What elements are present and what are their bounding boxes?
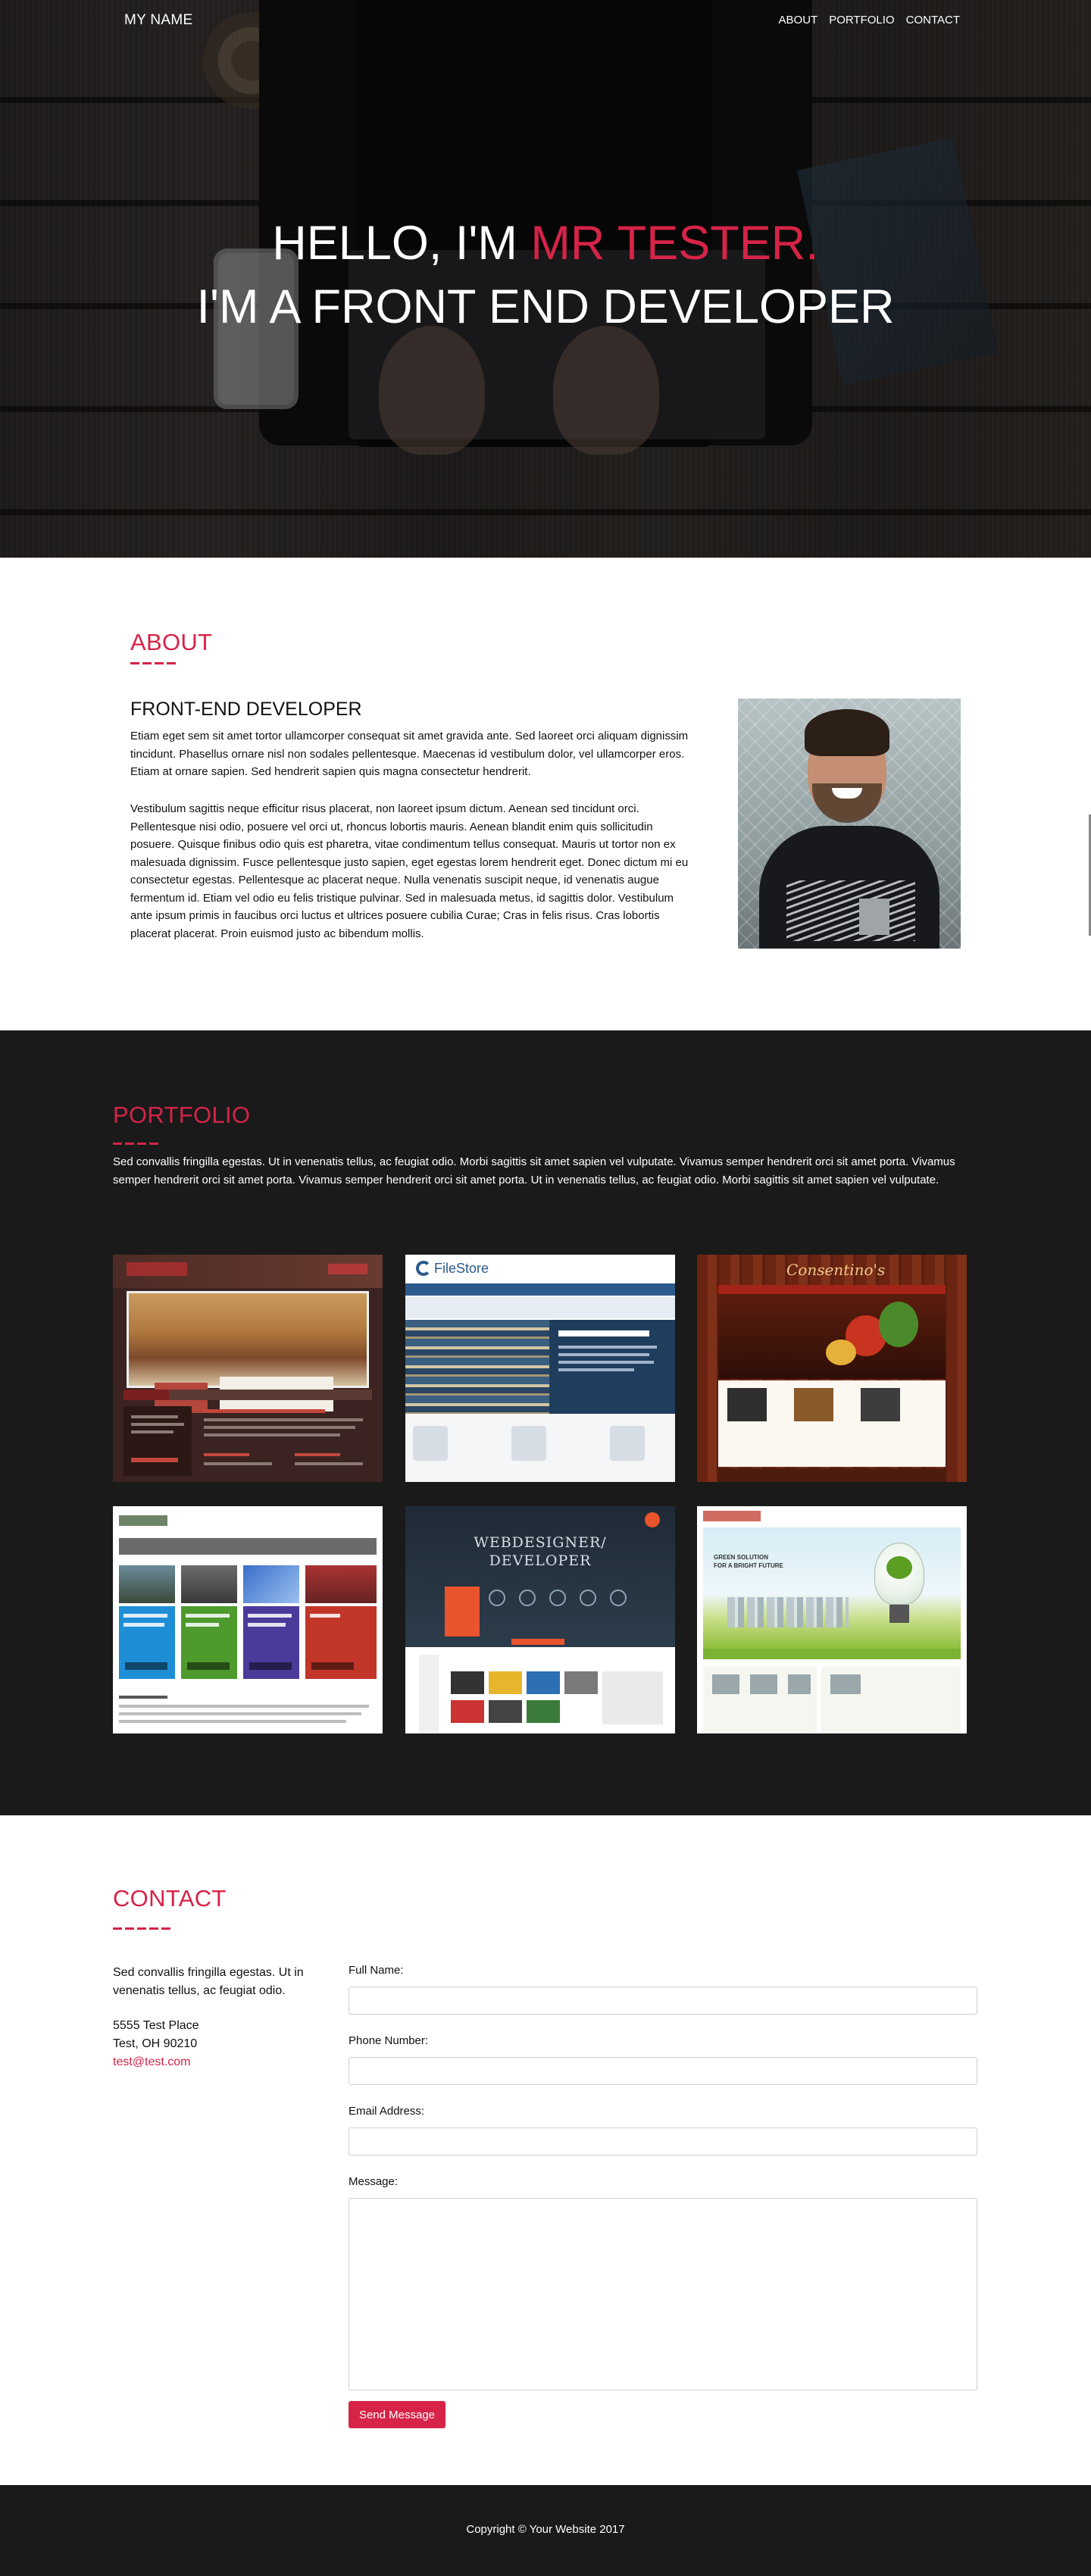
- hero-heading: HELLO, I'M MR TESTER. I'M A FRONT END DE…: [0, 214, 1091, 336]
- contact-title: CONTACT: [113, 1885, 227, 1912]
- hero-name: MR TESTER.: [530, 217, 819, 270]
- nav-link-about[interactable]: ABOUT: [779, 14, 818, 27]
- portfolio-item-ecobox[interactable]: [113, 1506, 383, 1733]
- about-title-underline: [130, 662, 176, 664]
- top-navbar: MY NAME ABOUT PORTFOLIO CONTACT: [0, 0, 1091, 42]
- message-label: Message:: [349, 2175, 399, 2188]
- contact-email-link[interactable]: test@test.com: [113, 2053, 199, 2071]
- full-name-label: Full Name:: [349, 1964, 404, 1977]
- address-line-2: Test, OH 90210: [113, 2037, 198, 2050]
- webdesigner-heading: WEBDESIGNER/DEVELOPER: [474, 1534, 607, 1569]
- email-input[interactable]: [349, 2127, 977, 2156]
- about-title: ABOUT: [130, 629, 213, 655]
- nav-menu: ABOUT PORTFOLIO CONTACT: [779, 14, 960, 27]
- portfolio-item-hotel[interactable]: [113, 1255, 383, 1482]
- portfolio-lead: Sed convallis fringilla egestas. Ut in v…: [113, 1155, 955, 1186]
- nav-link-portfolio[interactable]: PORTFOLIO: [829, 14, 894, 27]
- about-subtitle: FRONT-END DEVELOPER: [130, 699, 362, 720]
- consentino-logo-text: Consentino's: [786, 1261, 886, 1279]
- send-message-button[interactable]: Send Message: [349, 2401, 445, 2428]
- portfolio-item-filestore[interactable]: FileStore: [405, 1255, 675, 1482]
- profile-photo: [738, 699, 961, 949]
- message-textarea[interactable]: [349, 2198, 977, 2390]
- contact-section: CONTACT Sed convallis fringilla egestas.…: [0, 1815, 1091, 2485]
- contact-form: Full Name: Phone Number: Email Address: …: [349, 1964, 977, 2428]
- about-paragraph-2: Vestibulum sagittis neque efficitur risu…: [130, 802, 689, 940]
- nav-link-contact[interactable]: CONTACT: [906, 14, 960, 27]
- green-solution-text: GREEN SOLUTION FOR A BRIGHT FUTURE: [714, 1554, 783, 1569]
- portfolio-item-webdesigner[interactable]: WEBDESIGNER/DEVELOPER: [405, 1506, 675, 1733]
- brand-link[interactable]: MY NAME: [124, 12, 192, 29]
- full-name-input[interactable]: [349, 1987, 977, 2015]
- hero-greeting-line: HELLO, I'M MR TESTER.: [0, 214, 1091, 273]
- filestore-logo-text: FileStore: [434, 1261, 489, 1276]
- hero-tagline: I'M A FRONT END DEVELOPER: [196, 280, 895, 333]
- contact-title-underline: [113, 1927, 170, 1930]
- email-label: Email Address:: [349, 2105, 425, 2118]
- phone-input[interactable]: [349, 2057, 977, 2085]
- portfolio-section: PORTFOLIO Sed convallis fringilla egesta…: [0, 1030, 1091, 1815]
- hero-greeting: HELLO, I'M: [272, 217, 531, 270]
- about-section: ABOUT FRONT-END DEVELOPER Etiam eget sem…: [0, 558, 1091, 1030]
- portfolio-title-underline: [113, 1143, 158, 1145]
- contact-address: 5555 Test Place Test, OH 90210 test@test…: [113, 2017, 199, 2071]
- footer-copyright: Copyright © Your Website 2017: [466, 2523, 625, 2536]
- hero-section: MY NAME ABOUT PORTFOLIO CONTACT HELLO, I…: [0, 0, 1091, 558]
- footer: Copyright © Your Website 2017: [0, 2485, 1091, 2576]
- phone-label: Phone Number:: [349, 2034, 429, 2047]
- contact-blurb: Sed convallis fringilla egestas. Ut in v…: [113, 1966, 304, 1997]
- portfolio-item-green-solution[interactable]: GREEN SOLUTION FOR A BRIGHT FUTURE: [697, 1506, 967, 1733]
- address-line-1: 5555 Test Place: [113, 2019, 199, 2032]
- portfolio-item-consentinos[interactable]: Consentino's: [697, 1255, 967, 1482]
- about-paragraph-1: Etiam eget sem sit amet tortor ullamcorp…: [130, 730, 689, 778]
- portfolio-title: PORTFOLIO: [113, 1102, 251, 1128]
